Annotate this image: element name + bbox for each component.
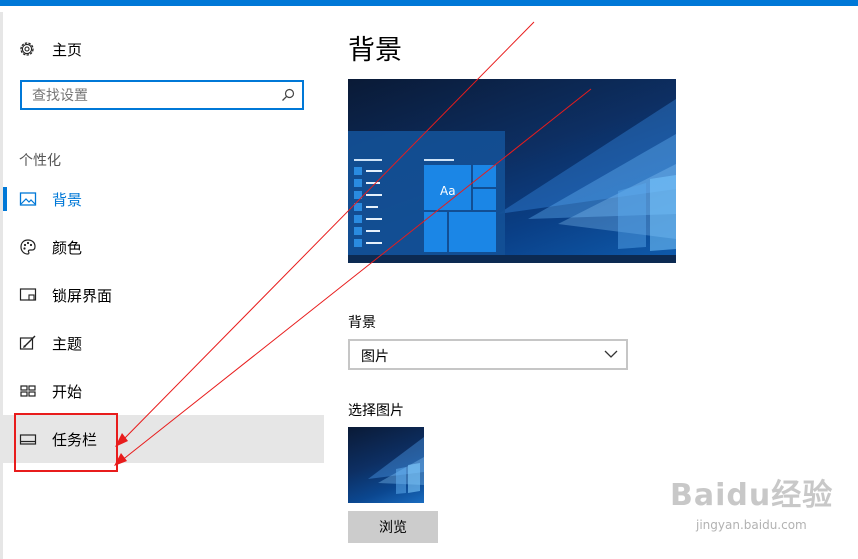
home-nav-item[interactable]: 主页 (18, 38, 82, 60)
recent-picture-thumbnail[interactable] (348, 427, 424, 503)
sidebar-item-background[interactable]: 背景 (0, 175, 324, 223)
baidu-watermark: Baidu经验 jingyan.baidu.com (670, 462, 840, 542)
watermark-url: jingyan.baidu.com (696, 518, 807, 532)
active-indicator (3, 187, 7, 211)
search-icon[interactable] (281, 88, 295, 102)
preview-taskbar (348, 255, 676, 263)
sidebar-item-start[interactable]: 开始 (0, 367, 324, 415)
sidebar-item-colors[interactable]: 颜色 (0, 223, 324, 271)
preview-tile-text: Aa (440, 184, 456, 198)
section-label-personalization: 个性化 (19, 153, 61, 169)
theme-brush-icon (19, 335, 36, 350)
chevron-down-icon (604, 350, 618, 358)
sidebar-item-themes[interactable]: 主题 (0, 319, 324, 367)
preview-start-menu: Aa (348, 131, 505, 257)
sidebar-item-label: 主题 (52, 334, 83, 353)
lock-screen-icon (19, 288, 37, 301)
thumbnail-light-rays (368, 437, 424, 494)
background-type-label: 背景 (348, 315, 376, 331)
sidebar-item-label: 开始 (52, 382, 83, 401)
background-type-dropdown[interactable]: 图片 (348, 339, 628, 370)
annotation-highlight-box (14, 413, 118, 472)
sidebar-item-label: 锁屏界面 (52, 286, 113, 305)
gear-icon (20, 42, 34, 56)
home-label: 主页 (52, 40, 83, 59)
desktop-preview: Aa (348, 79, 676, 263)
palette-icon (20, 239, 36, 255)
choose-picture-label: 选择图片 (348, 403, 404, 419)
watermark-logo: Baidu经验 (670, 478, 834, 513)
sidebar-item-lock-screen[interactable]: 锁屏界面 (0, 271, 324, 319)
page-title: 背景 (348, 35, 402, 66)
search-input[interactable] (30, 82, 284, 110)
sidebar-item-label: 背景 (52, 190, 83, 209)
sidebar-item-label: 颜色 (52, 238, 83, 257)
preview-start-menu-contents: Aa (354, 159, 496, 252)
dropdown-selected-value: 图片 (361, 349, 389, 365)
start-tiles-icon (20, 385, 36, 397)
picture-icon (19, 192, 37, 206)
browse-button[interactable]: 浏览 (348, 511, 438, 543)
search-box (20, 80, 304, 110)
